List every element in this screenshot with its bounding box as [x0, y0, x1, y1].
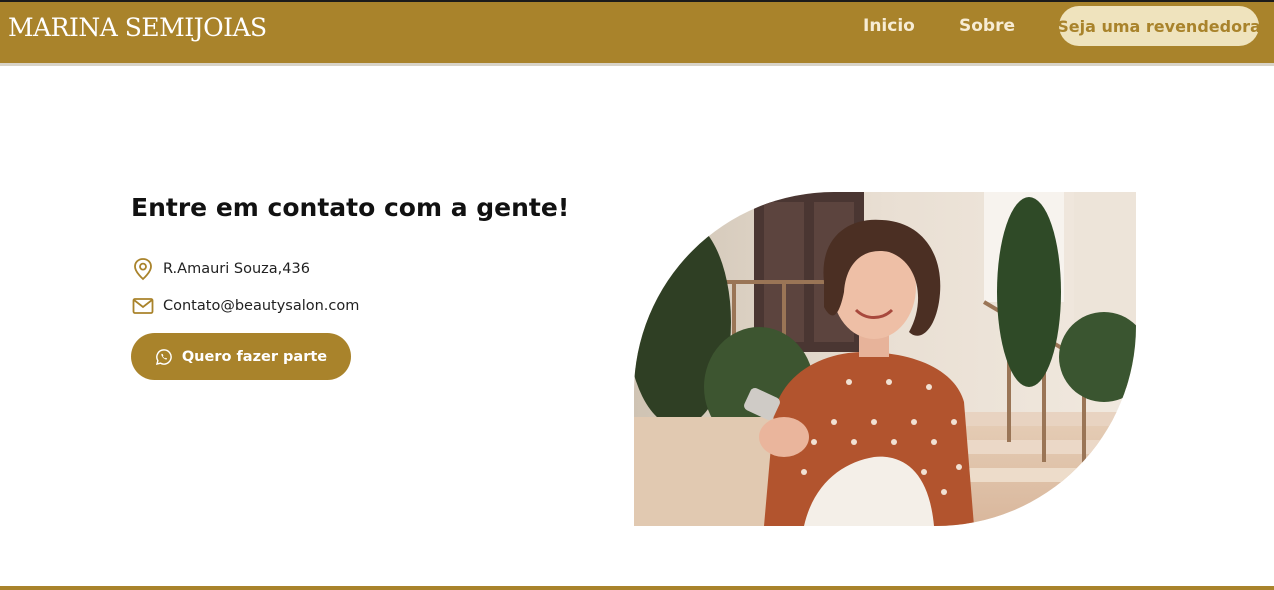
site-header: MARINA SEMIJOIAS Inicio Sobre Seja uma r…: [0, 2, 1274, 63]
address-text: R.Amauri Souza,436: [163, 261, 310, 277]
nav-link-sobre[interactable]: Sobre: [959, 16, 1015, 36]
envelope-icon: [131, 294, 155, 318]
footer-top-border: [0, 586, 1274, 590]
nav-link-inicio[interactable]: Inicio: [863, 16, 915, 36]
email-text[interactable]: Contato@beautysalon.com: [163, 298, 359, 314]
location-pin-icon: [131, 257, 155, 281]
join-whatsapp-button[interactable]: Quero fazer parte: [131, 333, 351, 380]
woman-with-phone-photo: [634, 192, 1136, 526]
address-row: R.Amauri Souza,436: [131, 257, 310, 281]
whatsapp-icon: [155, 348, 173, 366]
reseller-cta-button[interactable]: Seja uma revendedora: [1057, 6, 1261, 46]
contact-title: Entre em contato com a gente!: [131, 193, 570, 222]
join-button-label: Quero fazer parte: [181, 348, 328, 365]
email-row: Contato@beautysalon.com: [131, 294, 359, 318]
header-divider: [0, 63, 1274, 66]
brand-logo[interactable]: MARINA SEMIJOIAS: [8, 13, 267, 42]
